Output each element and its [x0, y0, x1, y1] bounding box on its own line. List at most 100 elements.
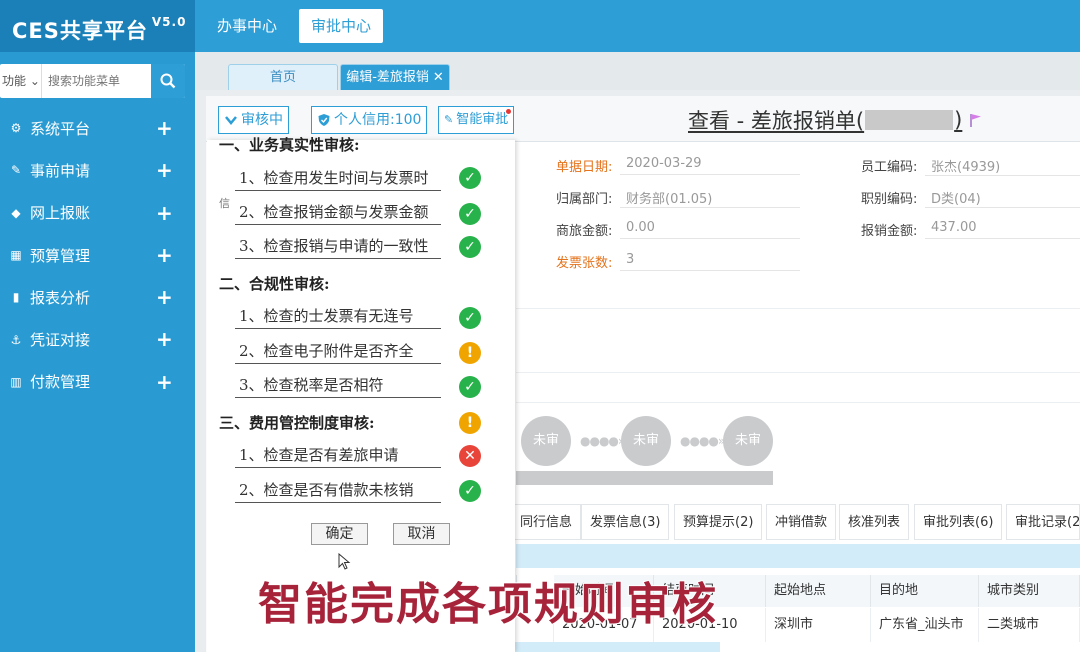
status-label: 审核中 — [241, 112, 283, 128]
plus-icon[interactable]: + — [156, 372, 173, 392]
field-label: 商旅金额: — [556, 224, 613, 239]
tab-home-label: 首页 — [269, 70, 296, 85]
field-label: 员工编码: — [861, 160, 918, 175]
sidebar-item-label: 网上报账 — [30, 204, 91, 223]
tab-approval-records[interactable]: 审批记录(2 — [1006, 504, 1080, 540]
tab-edit-travel[interactable]: 编辑-差旅报销 ✕ — [340, 64, 450, 90]
check-item: 2、检查报销金额与发票金额 — [235, 201, 441, 225]
check-item: 3、检查税率是否相符 — [235, 374, 441, 398]
plus-icon[interactable]: + — [156, 245, 173, 265]
search-input[interactable] — [48, 64, 148, 98]
field-doc-date: 单据日期: 2020-03-29 — [556, 156, 800, 175]
logo-text: CES共享平台 — [12, 19, 148, 43]
sidebar-item-reports[interactable]: ▮ 报表分析 + — [0, 276, 195, 318]
sidebar-item-label: 事前申请 — [30, 161, 91, 180]
field-value[interactable]: 437.00 — [925, 220, 1080, 239]
workflow-node: 未审 — [621, 416, 671, 466]
tab-edit-label: 编辑-差旅报销 — [346, 70, 429, 85]
divider — [516, 372, 1080, 373]
field-label: 发票张数: — [556, 256, 613, 271]
check-ok-icon: ✓ — [459, 203, 481, 225]
status-button[interactable]: 审核中 — [218, 106, 289, 134]
sidebar-item-pre-apply[interactable]: ✎ 事前申请 + — [0, 149, 195, 191]
check-item: 2、检查电子附件是否齐全 — [235, 340, 441, 364]
tab-offset-loans[interactable]: 冲销借款 — [766, 504, 837, 540]
bank-icon: ▥ — [10, 374, 22, 389]
tab-approval-list[interactable]: 核准列表 — [839, 504, 910, 540]
workflow-progress — [516, 471, 773, 485]
smart-audit-label: 智能审批 — [456, 112, 509, 127]
cancel-button[interactable]: 取消 — [393, 523, 450, 545]
field-value[interactable]: 3 — [620, 252, 800, 271]
search-button[interactable] — [151, 64, 185, 98]
redacted-text — [865, 110, 954, 130]
menu-search: 功能 ⌄ — [0, 64, 185, 98]
calculator-icon: ▦ — [10, 248, 22, 263]
title-prefix: 查看 - 差旅报销单( — [688, 109, 865, 133]
check-ok-icon: ✓ — [459, 307, 481, 329]
shield-icon — [318, 114, 330, 126]
warning-icon: ! — [459, 342, 481, 364]
plus-icon[interactable]: + — [156, 329, 173, 349]
gears-icon: ⚙ — [10, 121, 22, 136]
bar-chart-icon: ▮ — [12, 290, 20, 305]
sidebar-item-system[interactable]: ⚙ 系统平台 + — [0, 107, 195, 149]
section-title: 一、业务真实性审核: — [219, 136, 360, 154]
section-title: 三、费用管控制度审核: — [219, 414, 375, 432]
tab-home[interactable]: 首页 — [228, 64, 338, 90]
sidebar-item-label: 凭证对接 — [30, 331, 91, 350]
nav-office-center[interactable]: 办事中心 — [205, 9, 289, 43]
function-select[interactable]: 功能 ⌄ — [0, 64, 42, 98]
chevron-down-icon: ⌄ — [26, 74, 40, 88]
smart-audit-button[interactable]: ✎ 智能审批 — [438, 106, 515, 134]
field-value[interactable]: 张杰(4939) — [925, 156, 1080, 176]
check-ok-icon: ✓ — [459, 236, 481, 258]
table-cell: 广东省_汕头市 — [871, 608, 979, 642]
workflow-node: 未审 — [521, 416, 571, 466]
tab-budget-tips[interactable]: 预算提示(2) — [674, 504, 763, 540]
field-label: 归属部门: — [556, 192, 613, 207]
tab-content-header — [516, 544, 1080, 568]
top-bar: CES共享平台 V5.0 办事中心 审批中心 — [0, 0, 1080, 52]
field-label: 单据日期: — [556, 160, 613, 175]
plus-icon[interactable]: + — [156, 287, 173, 307]
tab-companions[interactable]: 同行信息 — [512, 504, 582, 540]
field-value[interactable]: D类(04) — [925, 188, 1080, 208]
title-suffix: ) — [954, 108, 963, 132]
tab-approver-list[interactable]: 审批列表(6) — [914, 504, 1003, 540]
sidebar-item-label: 预算管理 — [30, 246, 91, 265]
tag-icon: ◆ — [11, 205, 21, 220]
function-select-label: 功能 — [2, 74, 27, 88]
table-cell: 深圳市 — [766, 608, 871, 642]
workflow-node: 未审 — [723, 416, 773, 466]
field-amount: 报销金额: 437.00 — [861, 220, 1080, 239]
mouse-cursor-icon — [338, 553, 351, 570]
app-logo[interactable]: CES共享平台 V5.0 — [0, 0, 195, 52]
sidebar-item-voucher[interactable]: ⚓ 凭证对接 + — [0, 318, 195, 360]
field-value[interactable]: 财务部(01.05) — [620, 188, 800, 208]
close-icon[interactable]: ✕ — [433, 70, 444, 85]
confirm-button[interactable]: 确定 — [311, 523, 368, 545]
sidebar-item-budget[interactable]: ▦ 预算管理 + — [0, 234, 195, 276]
nav-approval-center[interactable]: 审批中心 — [299, 9, 384, 43]
check-item: 2、检查是否有借款未核销 — [235, 479, 441, 503]
tab-bar: 首页 编辑-差旅报销 ✕ — [195, 52, 1080, 90]
field-value[interactable]: 0.00 — [620, 220, 800, 239]
sidebar-item-payment[interactable]: ▥ 付款管理 + — [0, 361, 195, 403]
column-header: 城市类别 — [979, 575, 1080, 607]
tab-invoices[interactable]: 发票信息(3) — [581, 504, 670, 540]
check-ok-icon: ✓ — [459, 167, 481, 189]
plus-icon[interactable]: + — [156, 118, 173, 138]
field-label: 职别编码: — [861, 192, 918, 207]
credit-button[interactable]: 个人信用:100 — [311, 106, 428, 134]
audit-icon: ✎ — [444, 113, 454, 126]
warning-icon: ! — [459, 412, 481, 434]
page-title: 查看 - 差旅报销单() — [688, 105, 984, 135]
check-ok-icon: ✓ — [459, 480, 481, 502]
field-value[interactable]: 2020-03-29 — [620, 156, 800, 175]
top-nav: 办事中心 审批中心 — [205, 9, 384, 43]
sidebar-item-online-reimburse[interactable]: ◆ 网上报账 + — [0, 192, 195, 234]
plus-icon[interactable]: + — [156, 160, 173, 180]
section-title: 二、合规性审核: — [219, 275, 330, 293]
plus-icon[interactable]: + — [156, 203, 173, 223]
